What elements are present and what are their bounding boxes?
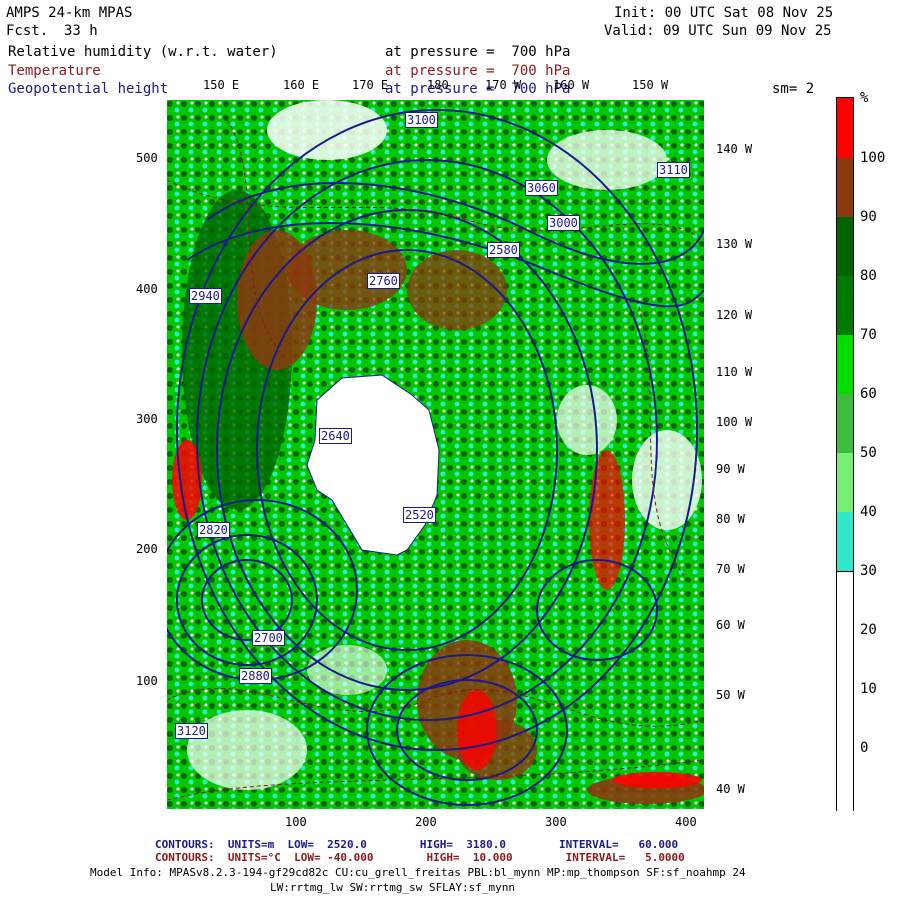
lon-label-right: 130 W <box>716 237 753 251</box>
legend-label: 30 <box>860 563 877 579</box>
height-label: 2520 <box>403 507 436 523</box>
height-label: 2880 <box>239 668 272 684</box>
legend-label: 70 <box>860 327 877 343</box>
legend-band <box>837 217 853 276</box>
lon-label-right: 100 W <box>716 415 753 429</box>
x-tick: 400 <box>675 815 697 829</box>
legend-band <box>837 571 853 811</box>
model-info-line1: Model Info: MPASv8.2.3-194-gf29cd82c CU:… <box>90 866 746 879</box>
field-temp-level: at pressure = 700 hPa <box>385 63 571 79</box>
legend-label: 90 <box>860 209 877 225</box>
y-tick: 500 <box>136 151 158 165</box>
lon-label-top: 160 E <box>283 78 320 92</box>
lon-label-right: 140 W <box>716 142 753 156</box>
x-tick: 100 <box>285 815 307 829</box>
height-label: 2700 <box>252 630 285 646</box>
legend-label: 40 <box>860 504 877 520</box>
y-tick: 400 <box>136 282 158 296</box>
legend-band <box>837 276 853 335</box>
x-tick: 200 <box>415 815 437 829</box>
lon-label-top: 160 W <box>553 78 590 92</box>
lon-label-right: 50 W <box>716 688 745 702</box>
height-label: 3000 <box>547 215 580 231</box>
legend-unit: % <box>860 90 869 106</box>
legend-label: 10 <box>860 681 877 697</box>
legend-band <box>837 394 853 453</box>
forecast-hours: 33 h <box>64 23 98 39</box>
lon-label-right: 110 W <box>716 365 753 379</box>
lon-label-right: 40 W <box>716 782 745 796</box>
legend-colorbar <box>836 97 854 811</box>
y-tick: 300 <box>136 412 158 426</box>
valid-time: Valid: 09 UTC Sun 09 Nov 25 <box>604 23 832 39</box>
model-title: AMPS 24-km MPAS <box>6 5 133 21</box>
legend-label: 60 <box>860 386 877 402</box>
forecast-label: Fcst. <box>6 23 49 39</box>
legend-label: 80 <box>860 268 877 284</box>
legend-band <box>837 453 853 512</box>
model-info-line2: LW:rrtmg_lw SW:rrtmg_sw SFLAY:sf_mynn <box>270 881 516 894</box>
field-rh-name: Relative humidity (w.r.t. water) <box>8 44 278 60</box>
legend-label: 20 <box>860 622 877 638</box>
smoothing-label: sm= 2 <box>772 81 815 97</box>
field-temp-name: Temperature <box>8 63 101 79</box>
y-tick: 100 <box>136 674 158 688</box>
contours-height-info: CONTOURS: UNITS=m LOW= 2520.0 HIGH= 3180… <box>155 838 679 851</box>
map-panel: 3100 3060 3000 2940 2880 2820 2760 2700 … <box>156 100 707 809</box>
height-label: 3060 <box>525 180 558 196</box>
lon-label-right: 80 W <box>716 512 745 526</box>
lon-label-top: 180 <box>427 78 449 92</box>
map-field <box>156 100 707 809</box>
height-label: 2640 <box>319 428 352 444</box>
height-label: 2820 <box>197 522 230 538</box>
height-label: 3120 <box>175 723 208 739</box>
lon-label-right: 90 W <box>716 462 745 476</box>
legend-label: 0 <box>860 740 869 756</box>
lon-label-top: 150 E <box>203 78 240 92</box>
legend-band <box>837 335 853 394</box>
lon-label-top: 170 E <box>352 78 389 92</box>
lon-label-right: 60 W <box>716 618 745 632</box>
legend-band <box>837 158 853 217</box>
field-rh-level: at pressure = 700 hPa <box>385 44 571 60</box>
lon-label-top: 150 W <box>632 78 669 92</box>
lon-label-top: 170 W <box>485 78 522 92</box>
legend-band <box>837 98 853 158</box>
lon-label-right: 120 W <box>716 308 753 322</box>
y-tick: 200 <box>136 542 158 556</box>
field-height-level: at pressure = 700 hPa <box>385 81 571 97</box>
init-time: Init: 00 UTC Sat 08 Nov 25 <box>614 5 834 21</box>
height-label: 2580 <box>487 242 520 258</box>
height-label: 3100 <box>405 112 438 128</box>
height-label: 2760 <box>367 273 400 289</box>
field-height-name: Geopotential height <box>8 81 169 97</box>
legend-label: 100 <box>860 150 886 166</box>
x-tick: 300 <box>545 815 567 829</box>
legend-label: 50 <box>860 445 877 461</box>
height-label: 2940 <box>189 288 222 304</box>
contours-temp-info: CONTOURS: UNITS=°C LOW= -40.000 HIGH= 10… <box>155 851 685 864</box>
legend-band <box>837 512 853 571</box>
lon-label-right: 70 W <box>716 562 745 576</box>
height-label: 3110 <box>657 162 690 178</box>
